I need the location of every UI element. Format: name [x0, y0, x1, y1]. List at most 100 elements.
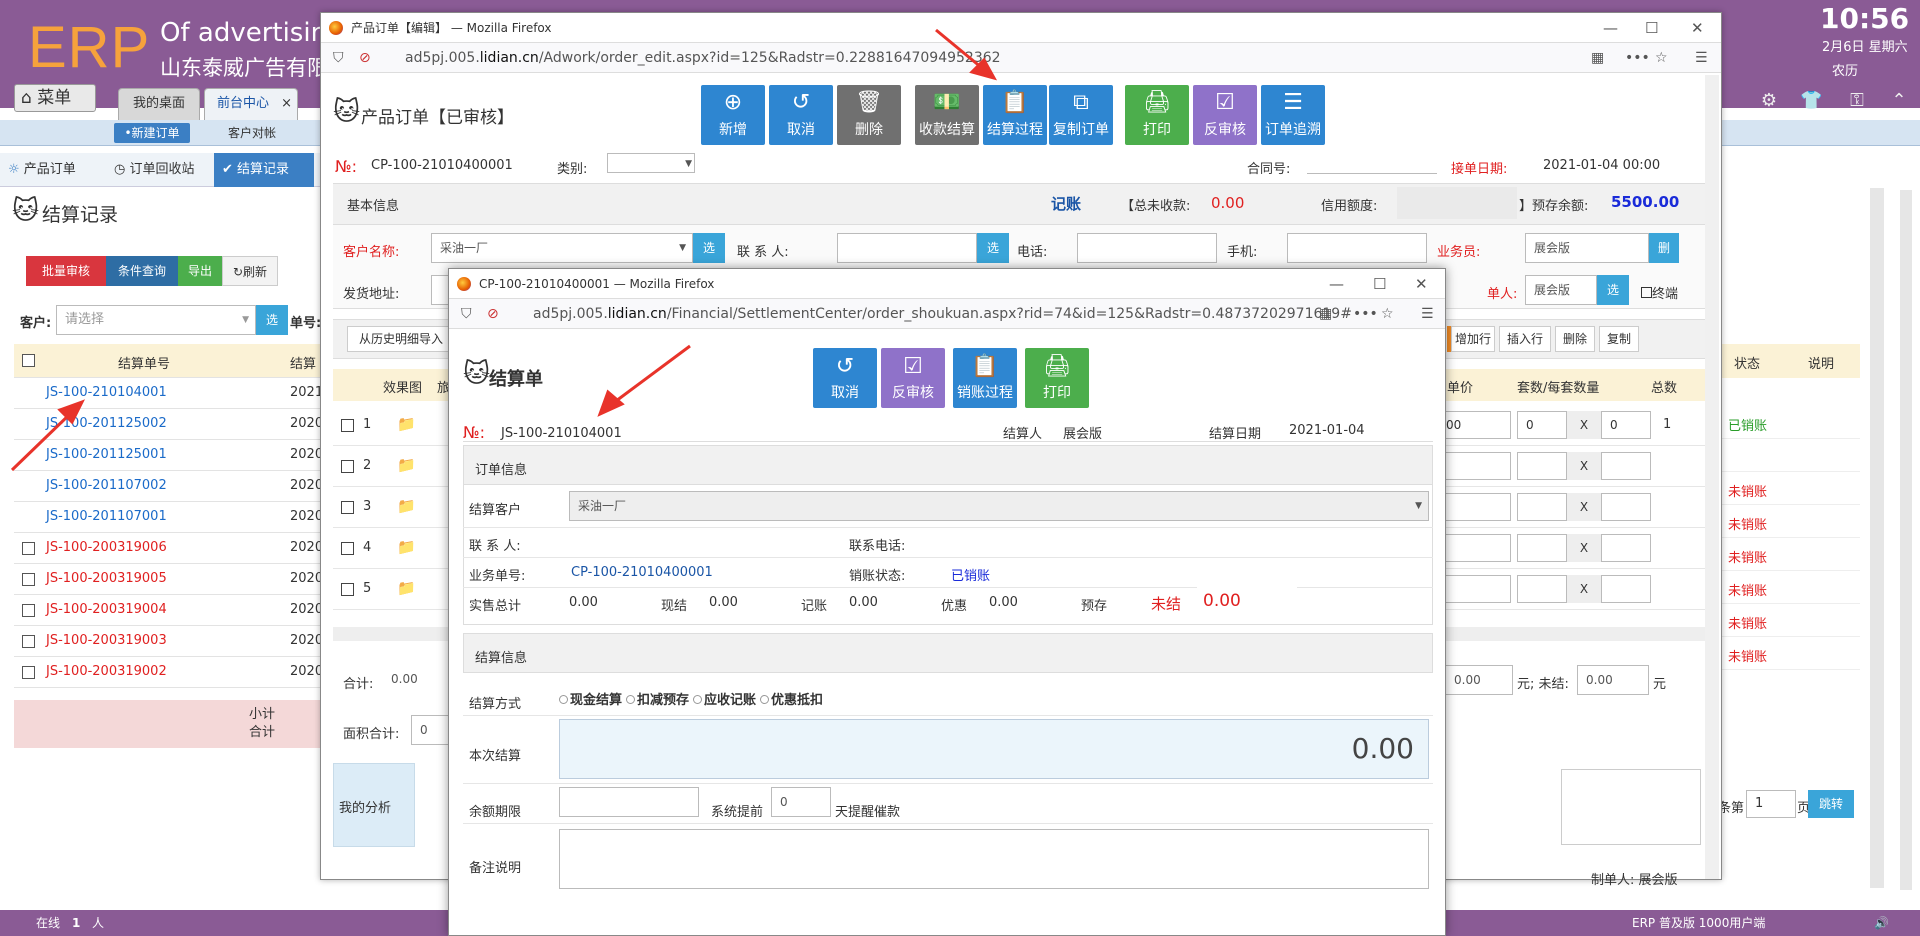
tab-settlement-records[interactable]: ✔ 结算记录	[214, 153, 314, 187]
copy-row-button[interactable]: 复制	[1599, 326, 1639, 352]
per-set-input[interactable]	[1601, 575, 1651, 603]
contact-pick-button[interactable]: 选	[977, 233, 1009, 263]
folder-icon[interactable]: 📁	[397, 456, 416, 474]
sales-remove-button[interactable]: 删	[1649, 233, 1679, 263]
area-input[interactable]: 0	[411, 715, 451, 745]
row-checkbox[interactable]	[22, 542, 35, 555]
scrollbar[interactable]	[1870, 188, 1884, 888]
table-row[interactable]: JS-100-201107002 2020-	[14, 471, 330, 502]
folder-icon[interactable]: 📁	[397, 538, 416, 556]
tab-front-center[interactable]: 前台中心 ×	[204, 88, 298, 120]
row-checkbox[interactable]	[341, 542, 354, 555]
table-row[interactable]: JS-100-210104001 2021	[14, 378, 330, 409]
per-set-input[interactable]: 0	[1601, 411, 1651, 439]
cancel-button[interactable]: ↺ 取消	[813, 348, 877, 408]
terminal-checkbox[interactable]: 终端	[1641, 283, 1678, 302]
minimize-icon[interactable]: —	[1603, 13, 1618, 43]
settlement-no-link[interactable]: JS-100-200319005	[46, 571, 167, 586]
table-row[interactable]: JS-100-200319002 2020-	[14, 657, 330, 688]
customer-pick-button[interactable]: 选	[256, 305, 288, 335]
table-row[interactable]: JS-100-200319003 2020-	[14, 626, 330, 657]
delete-row-button[interactable]: 删除	[1555, 326, 1595, 352]
row-checkbox[interactable]	[341, 501, 354, 514]
scrollbar[interactable]	[1900, 190, 1912, 890]
customer-pick-button[interactable]: 选	[693, 233, 725, 263]
row-checkbox[interactable]	[341, 419, 354, 432]
speaker-icon[interactable]: 🔊	[1874, 910, 1889, 936]
type-select[interactable]: ▼	[607, 153, 695, 173]
creator-input[interactable]: 展会版	[1525, 275, 1597, 305]
tab-product-order[interactable]: ☼ 产品订单	[0, 153, 104, 187]
settlement-no-link[interactable]: JS-100-200319004	[46, 602, 167, 617]
add-row-button[interactable]: 增加行	[1451, 326, 1495, 352]
customer-reconcile-link[interactable]: 客户对帐	[214, 123, 290, 143]
settle-process-button[interactable]: 📋 结算过程	[983, 85, 1047, 145]
print-button[interactable]: 🖨 打印	[1125, 85, 1189, 145]
mobile-input[interactable]	[1287, 233, 1427, 263]
order-trace-button[interactable]: ☰ 订单追溯	[1261, 85, 1325, 145]
history-import-button[interactable]: 从历史明细导入	[347, 326, 455, 352]
row-checkbox[interactable]	[341, 583, 354, 596]
remind-days-input[interactable]: 0	[771, 787, 831, 817]
select-all-checkbox[interactable]	[22, 354, 35, 367]
method-radio[interactable]: 现金结算	[559, 693, 622, 708]
remark-textarea[interactable]	[559, 829, 1429, 889]
method-radio[interactable]: 扣减预存	[626, 693, 689, 708]
table-row[interactable]: JS-100-201125002 2020-	[14, 409, 330, 440]
settlement-no-link[interactable]: JS-100-200319003	[46, 633, 167, 648]
cancel-button[interactable]: ↺ 取消	[769, 85, 833, 145]
table-row[interactable]: JS-100-200319006 2020-	[14, 533, 330, 564]
go-page-button[interactable]: 跳转	[1808, 790, 1854, 818]
menu-button[interactable]: ⌂ 菜单	[14, 84, 96, 112]
condition-search-button[interactable]: 条件查询	[106, 256, 178, 286]
writeoff-process-button[interactable]: 📋 销账过程	[953, 348, 1017, 408]
table-row[interactable]: JS-100-201125001 2020-	[14, 440, 330, 471]
contact-input[interactable]	[837, 233, 977, 263]
payment-settle-button[interactable]: 💵 收款结算	[915, 85, 979, 145]
maximize-icon[interactable]: ☐	[1645, 13, 1658, 43]
contract-input[interactable]	[1307, 173, 1437, 174]
insert-row-button[interactable]: 插入行	[1499, 326, 1551, 352]
url-bar[interactable]: ⛉ ⊘ ad5pj.005.lidian.cn/Adwork/order_edi…	[321, 43, 1721, 73]
more-icon[interactable]: •••	[1625, 43, 1650, 73]
tab-my-desktop[interactable]: 我的桌面	[118, 88, 200, 120]
more-icon[interactable]: •••	[1353, 299, 1378, 329]
shirt-icon[interactable]: 👕	[1800, 90, 1822, 112]
price-input[interactable]	[1441, 534, 1511, 562]
collapse-icon[interactable]: ⌃	[1888, 90, 1910, 112]
v-scrollbar[interactable]	[1705, 75, 1719, 879]
tab-recycle-bin[interactable]: ◷ 订单回收站	[106, 153, 212, 187]
unapprove-button[interactable]: ☑ 反审核	[1193, 85, 1257, 145]
customer-select[interactable]: 请选择 ▼	[56, 305, 256, 335]
page-input[interactable]: 1	[1746, 790, 1796, 818]
qr-icon[interactable]: ▦	[1591, 43, 1604, 73]
table-row[interactable]: JS-100-200319005 2020-	[14, 564, 330, 595]
price-input[interactable]: 00	[1441, 411, 1511, 439]
settlement-no-link[interactable]: JS-100-201125002	[46, 416, 167, 431]
sum-right-input[interactable]: 0.00	[1445, 665, 1513, 695]
row-checkbox[interactable]	[341, 460, 354, 473]
sets-input[interactable]	[1517, 534, 1567, 562]
close-icon[interactable]: ×	[281, 96, 292, 111]
price-input[interactable]	[1441, 575, 1511, 603]
per-set-input[interactable]	[1601, 534, 1651, 562]
row-checkbox[interactable]	[22, 573, 35, 586]
creator-pick-button[interactable]: 选	[1597, 275, 1629, 305]
phone-input[interactable]	[1077, 233, 1217, 263]
credit-input[interactable]	[1397, 187, 1517, 219]
export-button[interactable]: 导出	[178, 256, 222, 286]
key-icon[interactable]: ⚿	[1846, 90, 1868, 112]
close-icon[interactable]: ✕	[1691, 13, 1704, 43]
price-input[interactable]	[1441, 493, 1511, 521]
copy-order-button[interactable]: ⧉ 复制订单	[1049, 85, 1113, 145]
biz-no-link[interactable]: CP-100-21010400001	[571, 565, 713, 580]
folder-icon[interactable]: 📁	[397, 415, 416, 433]
folder-icon[interactable]: 📁	[397, 497, 416, 515]
method-radio[interactable]: 应收记账	[693, 693, 756, 708]
batch-approve-button[interactable]: 批量审核	[26, 256, 106, 286]
maximize-icon[interactable]: ☐	[1373, 269, 1386, 299]
settlement-no-link[interactable]: JS-100-200319002	[46, 664, 167, 679]
customer-select[interactable]: 采油一厂 ▼	[569, 491, 1429, 521]
per-set-input[interactable]	[1601, 452, 1651, 480]
settlement-no-link[interactable]: JS-100-210104001	[46, 385, 167, 400]
